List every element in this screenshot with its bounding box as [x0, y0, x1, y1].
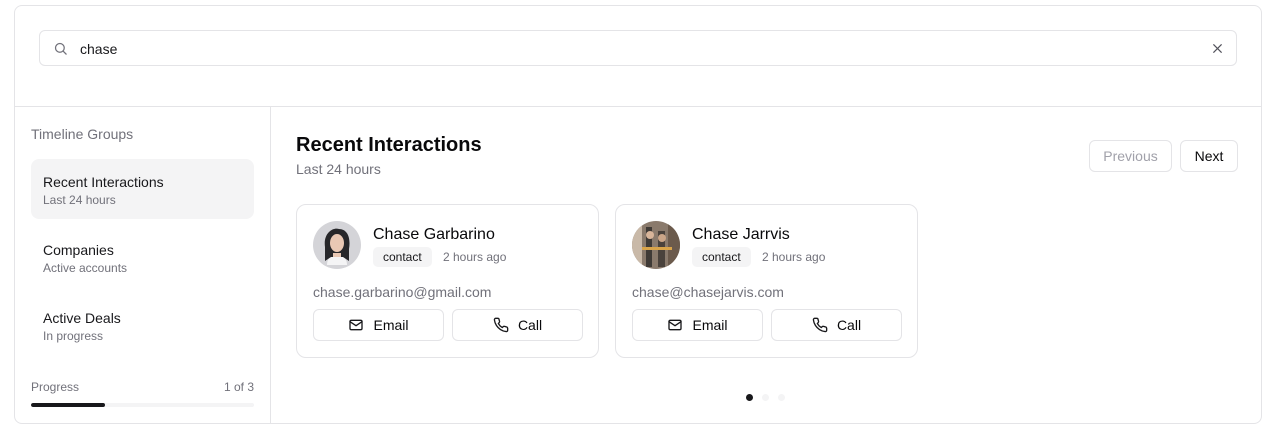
- contact-badge: contact: [373, 247, 432, 267]
- contact-timestamp: 2 hours ago: [443, 250, 507, 264]
- page-title: Recent Interactions: [296, 134, 482, 156]
- email-button[interactable]: Email: [632, 309, 763, 341]
- search-input[interactable]: [80, 38, 1180, 60]
- pagination-dot[interactable]: [746, 394, 753, 401]
- main-content: Recent Interactions Last 24 hours Previo…: [272, 107, 1261, 423]
- email-button-label: Email: [692, 317, 728, 333]
- email-button[interactable]: Email: [313, 309, 444, 341]
- pagination-dot[interactable]: [762, 394, 769, 401]
- progress-count: 1 of 3: [223, 380, 254, 394]
- progress-fill: [31, 403, 106, 407]
- close-icon[interactable]: [1211, 42, 1224, 55]
- avatar: [313, 221, 361, 269]
- previous-button[interactable]: Previous: [1089, 140, 1172, 172]
- call-button-label: Call: [836, 317, 862, 333]
- contact-email: chase@chasejarvis.com: [632, 284, 784, 300]
- mail-icon: [668, 319, 683, 331]
- next-button[interactable]: Next: [1180, 140, 1238, 172]
- sidebar-item-sub: In progress: [43, 329, 104, 343]
- progress-label: Progress: [31, 380, 80, 394]
- call-button-label: Call: [517, 317, 543, 333]
- sidebar-item-recent-interactions[interactable]: Recent Interactions Last 24 hours: [31, 159, 254, 219]
- progress-bar: [31, 403, 254, 407]
- sidebar-title: Timeline Groups: [31, 126, 134, 142]
- contact-timestamp: 2 hours ago: [762, 250, 826, 264]
- contact-email: chase.garbarino@gmail.com: [313, 284, 492, 300]
- call-button[interactable]: Call: [452, 309, 583, 341]
- sidebar-item-companies[interactable]: Companies Active accounts: [31, 227, 254, 287]
- sidebar-item-label: Companies: [43, 242, 114, 258]
- mail-icon: [349, 319, 364, 331]
- sidebar-item-sub: Active accounts: [43, 261, 128, 275]
- timeline-panel: Timeline Groups Recent Interactions Last…: [14, 5, 1262, 424]
- pagination-dot[interactable]: [778, 394, 785, 401]
- contact-name: Chase Garbarino: [373, 226, 495, 243]
- pagination-dots: [746, 394, 785, 401]
- contact-badge: contact: [692, 247, 751, 267]
- phone-icon: [493, 317, 509, 333]
- search-icon: [54, 42, 67, 55]
- email-button-label: Email: [373, 317, 409, 333]
- avatar: [632, 221, 680, 269]
- contact-card: Chase Garbarino contact 2 hours ago chas…: [296, 204, 599, 358]
- call-button[interactable]: Call: [771, 309, 902, 341]
- page-subtitle: Last 24 hours: [296, 161, 381, 177]
- sidebar: Timeline Groups Recent Interactions Last…: [15, 107, 271, 423]
- search-area: [15, 6, 1261, 107]
- sidebar-item-sub: Last 24 hours: [43, 193, 116, 207]
- phone-icon: [812, 317, 828, 333]
- sidebar-item-label: Active Deals: [43, 310, 121, 326]
- contact-card: Chase Jarrvis contact 2 hours ago chase@…: [615, 204, 918, 358]
- sidebar-item-label: Recent Interactions: [43, 174, 164, 190]
- sidebar-item-active-deals[interactable]: Active Deals In progress: [31, 295, 254, 355]
- contact-name: Chase Jarrvis: [692, 226, 790, 243]
- search-box[interactable]: [39, 30, 1237, 66]
